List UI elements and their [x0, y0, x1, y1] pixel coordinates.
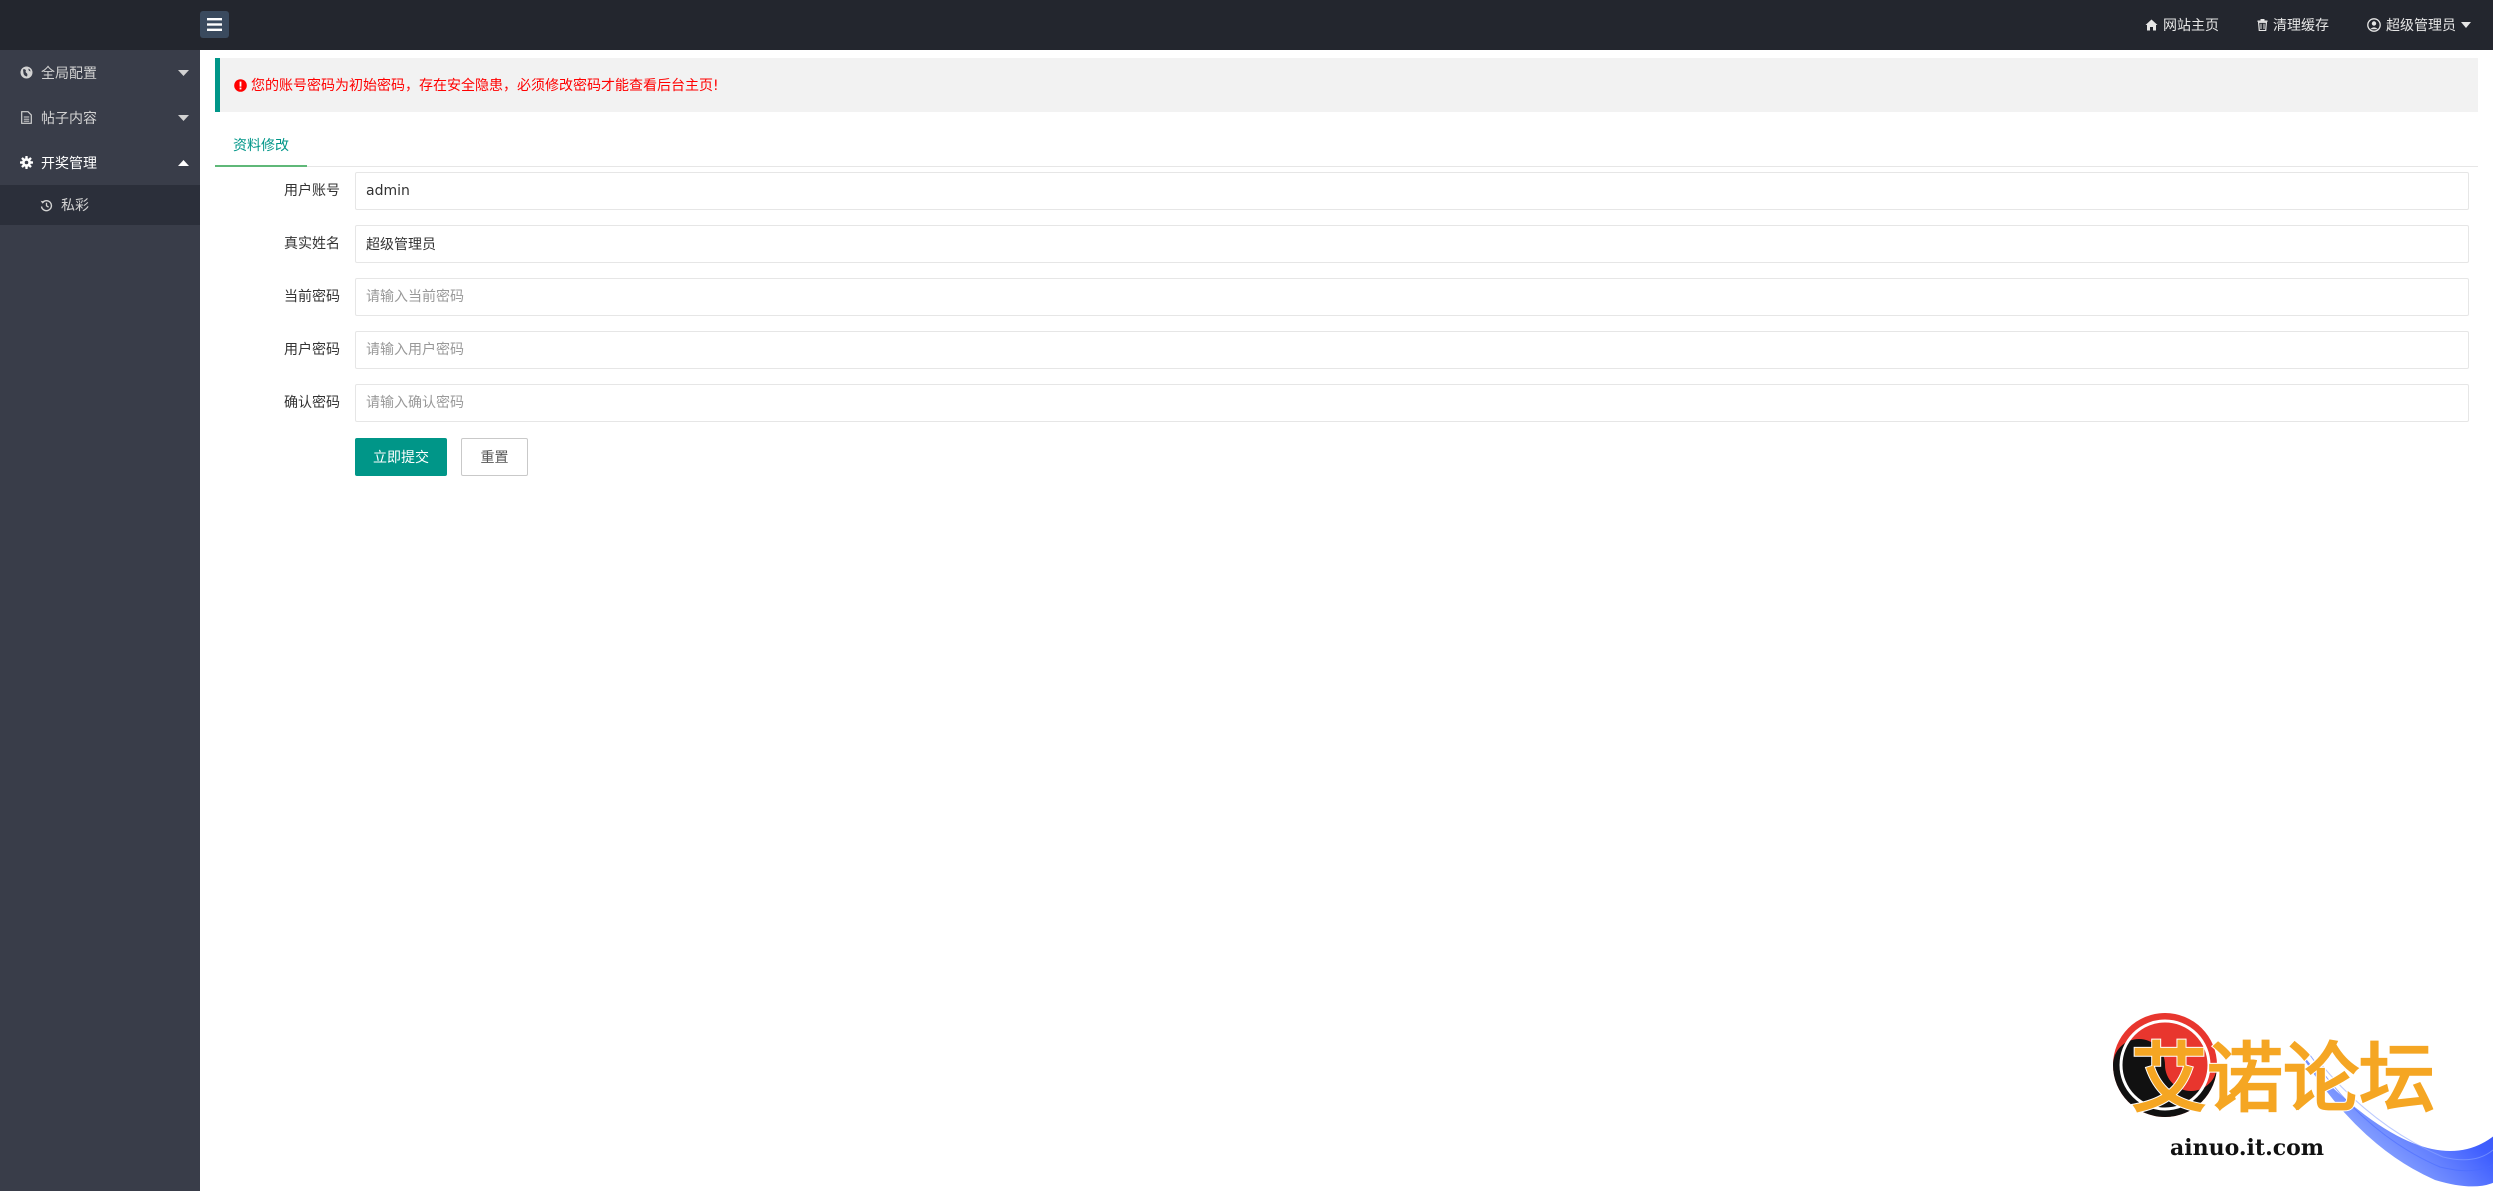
exclamation-circle-icon: [234, 78, 247, 92]
form-row-current-password: 当前密码: [215, 278, 2478, 316]
main-content: 您的账号密码为初始密码，存在安全隐患，必须修改密码才能查看后台主页! 资料修改 …: [200, 50, 2493, 1191]
sidebar-item-lottery-management[interactable]: 开奖管理: [0, 140, 200, 185]
form-row-username: 用户账号: [215, 172, 2478, 210]
form-row-realname: 真实姓名: [215, 225, 2478, 263]
sidebar-subitem-private-lottery[interactable]: 私彩: [0, 185, 200, 225]
confirm-password-input[interactable]: [355, 384, 2469, 422]
caret-down-icon: [2461, 22, 2471, 28]
sidebar-item-post-content[interactable]: 帖子内容: [0, 95, 200, 140]
sidebar-item-label: 开奖管理: [41, 155, 97, 172]
sidebar-item-label: 全局配置: [41, 65, 97, 82]
sidebar-item-label: 帖子内容: [41, 110, 97, 127]
tab-profile-edit[interactable]: 资料修改: [215, 125, 307, 167]
current-password-label: 当前密码: [284, 289, 340, 305]
clear-cache-link[interactable]: 清理缓存: [2257, 15, 2329, 35]
sidebar-item-global-config[interactable]: 全局配置: [0, 50, 200, 95]
history-icon: [40, 199, 53, 212]
realname-label: 真实姓名: [284, 236, 340, 252]
sidebar-subitem-label: 私彩: [61, 198, 89, 214]
admin-user-label: 超级管理员: [2386, 18, 2456, 34]
security-alert: 您的账号密码为初始密码，存在安全隐患，必须修改密码才能查看后台主页!: [215, 58, 2478, 112]
top-header: 网站主页 清理缓存 超级管理员: [0, 0, 2493, 50]
globe-icon: [20, 66, 33, 79]
caret-up-icon: [178, 159, 189, 166]
confirm-password-label: 确认密码: [284, 395, 340, 411]
clear-cache-label: 清理缓存: [2273, 18, 2329, 34]
new-password-input[interactable]: [355, 331, 2469, 369]
menu-toggle-button[interactable]: [200, 11, 229, 38]
watermark-title: 艾诺论坛: [2131, 1034, 2435, 1123]
username-input[interactable]: [355, 172, 2469, 210]
reset-button[interactable]: 重置: [461, 438, 528, 476]
username-label: 用户账号: [284, 183, 340, 199]
site-home-link[interactable]: 网站主页: [2145, 15, 2219, 35]
header-links: 网站主页 清理缓存 超级管理员: [2145, 0, 2471, 50]
caret-down-icon: [178, 69, 189, 76]
admin-user-menu[interactable]: 超级管理员: [2367, 15, 2471, 35]
watermark-url: ainuo.it.com: [2170, 1135, 2324, 1161]
gear-icon: [20, 156, 33, 169]
user-circle-icon: [2367, 18, 2381, 32]
trash-icon: [2257, 19, 2268, 31]
site-home-label: 网站主页: [2163, 18, 2219, 34]
home-icon: [2145, 19, 2158, 31]
form-row-confirm-password: 确认密码: [215, 384, 2478, 422]
hamburger-icon: [207, 18, 222, 31]
new-password-label: 用户密码: [284, 342, 340, 358]
submit-button[interactable]: 立即提交: [355, 438, 447, 476]
form-row-new-password: 用户密码: [215, 331, 2478, 369]
tab-bar: 资料修改: [215, 125, 2478, 167]
realname-input[interactable]: [355, 225, 2469, 263]
caret-down-icon: [178, 114, 189, 121]
watermark-logo: 艾诺论坛 ainuo.it.com: [2113, 1013, 2493, 1187]
current-password-input[interactable]: [355, 278, 2469, 316]
alert-text: 您的账号密码为初始密码，存在安全隐患，必须修改密码才能查看后台主页!: [251, 78, 719, 94]
sidebar: 全局配置 帖子内容 开奖管理 私彩: [0, 50, 200, 1191]
document-icon: [20, 111, 33, 124]
